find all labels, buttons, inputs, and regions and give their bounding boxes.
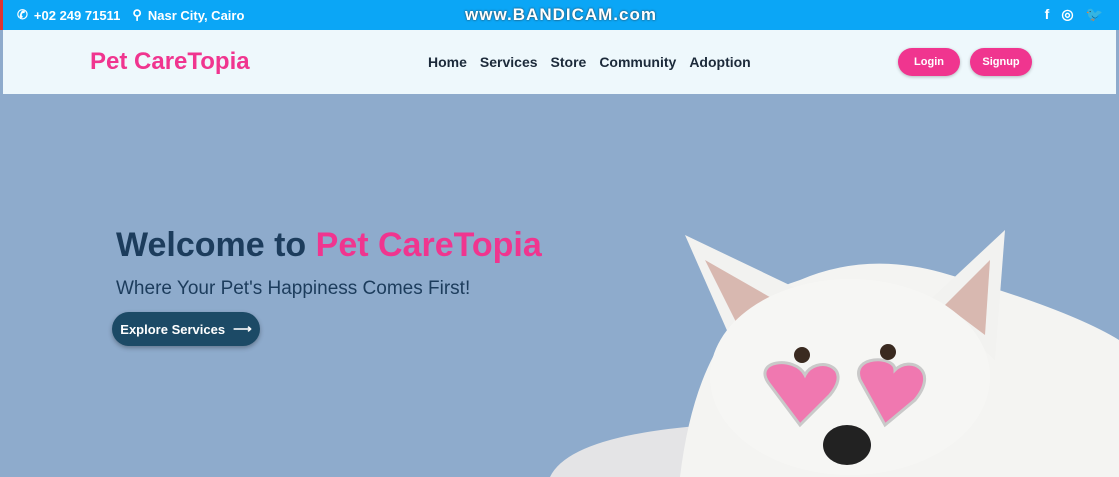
nav-adoption[interactable]: Adoption bbox=[689, 54, 750, 70]
watermark: www.BANDICAM.com bbox=[465, 5, 657, 24]
arrow-right-icon: ⟶ bbox=[233, 321, 252, 336]
social-links: f ◎ 🐦 bbox=[1045, 6, 1103, 23]
location-contact: ⚲ Nasr City, Cairo bbox=[132, 7, 245, 23]
nav-menu: Home Services Store Community Adoption bbox=[428, 54, 751, 70]
logo[interactable]: Pet CareTopia bbox=[90, 48, 250, 76]
nav-services[interactable]: Services bbox=[480, 54, 538, 70]
login-button[interactable]: Login bbox=[898, 48, 960, 76]
explore-services-button[interactable]: Explore Services ⟶ bbox=[112, 312, 260, 346]
location-pin-icon: ⚲ bbox=[132, 7, 142, 22]
nav-home[interactable]: Home bbox=[428, 54, 467, 70]
signup-button[interactable]: Signup bbox=[970, 48, 1032, 76]
hero-title: Welcome to Pet CareTopia bbox=[116, 226, 542, 264]
nav-community[interactable]: Community bbox=[599, 54, 676, 70]
nav-store[interactable]: Store bbox=[551, 54, 587, 70]
phone-contact[interactable]: ✆ +02 249 71511 bbox=[17, 7, 120, 23]
hero-subtitle: Where Your Pet's Happiness Comes First! bbox=[116, 278, 471, 299]
facebook-icon[interactable]: f bbox=[1045, 6, 1050, 23]
phone-icon: ✆ bbox=[17, 7, 28, 22]
top-bar: ✆ +02 249 71511 ⚲ Nasr City, Cairo www.BAN… bbox=[0, 0, 1119, 30]
twitter-icon[interactable]: 🐦 bbox=[1086, 6, 1103, 23]
navbar: Pet CareTopia Home Services Store Commun… bbox=[3, 30, 1116, 94]
dog-with-heart-glasses-image bbox=[550, 230, 1119, 477]
instagram-icon[interactable]: ◎ bbox=[1061, 6, 1073, 23]
